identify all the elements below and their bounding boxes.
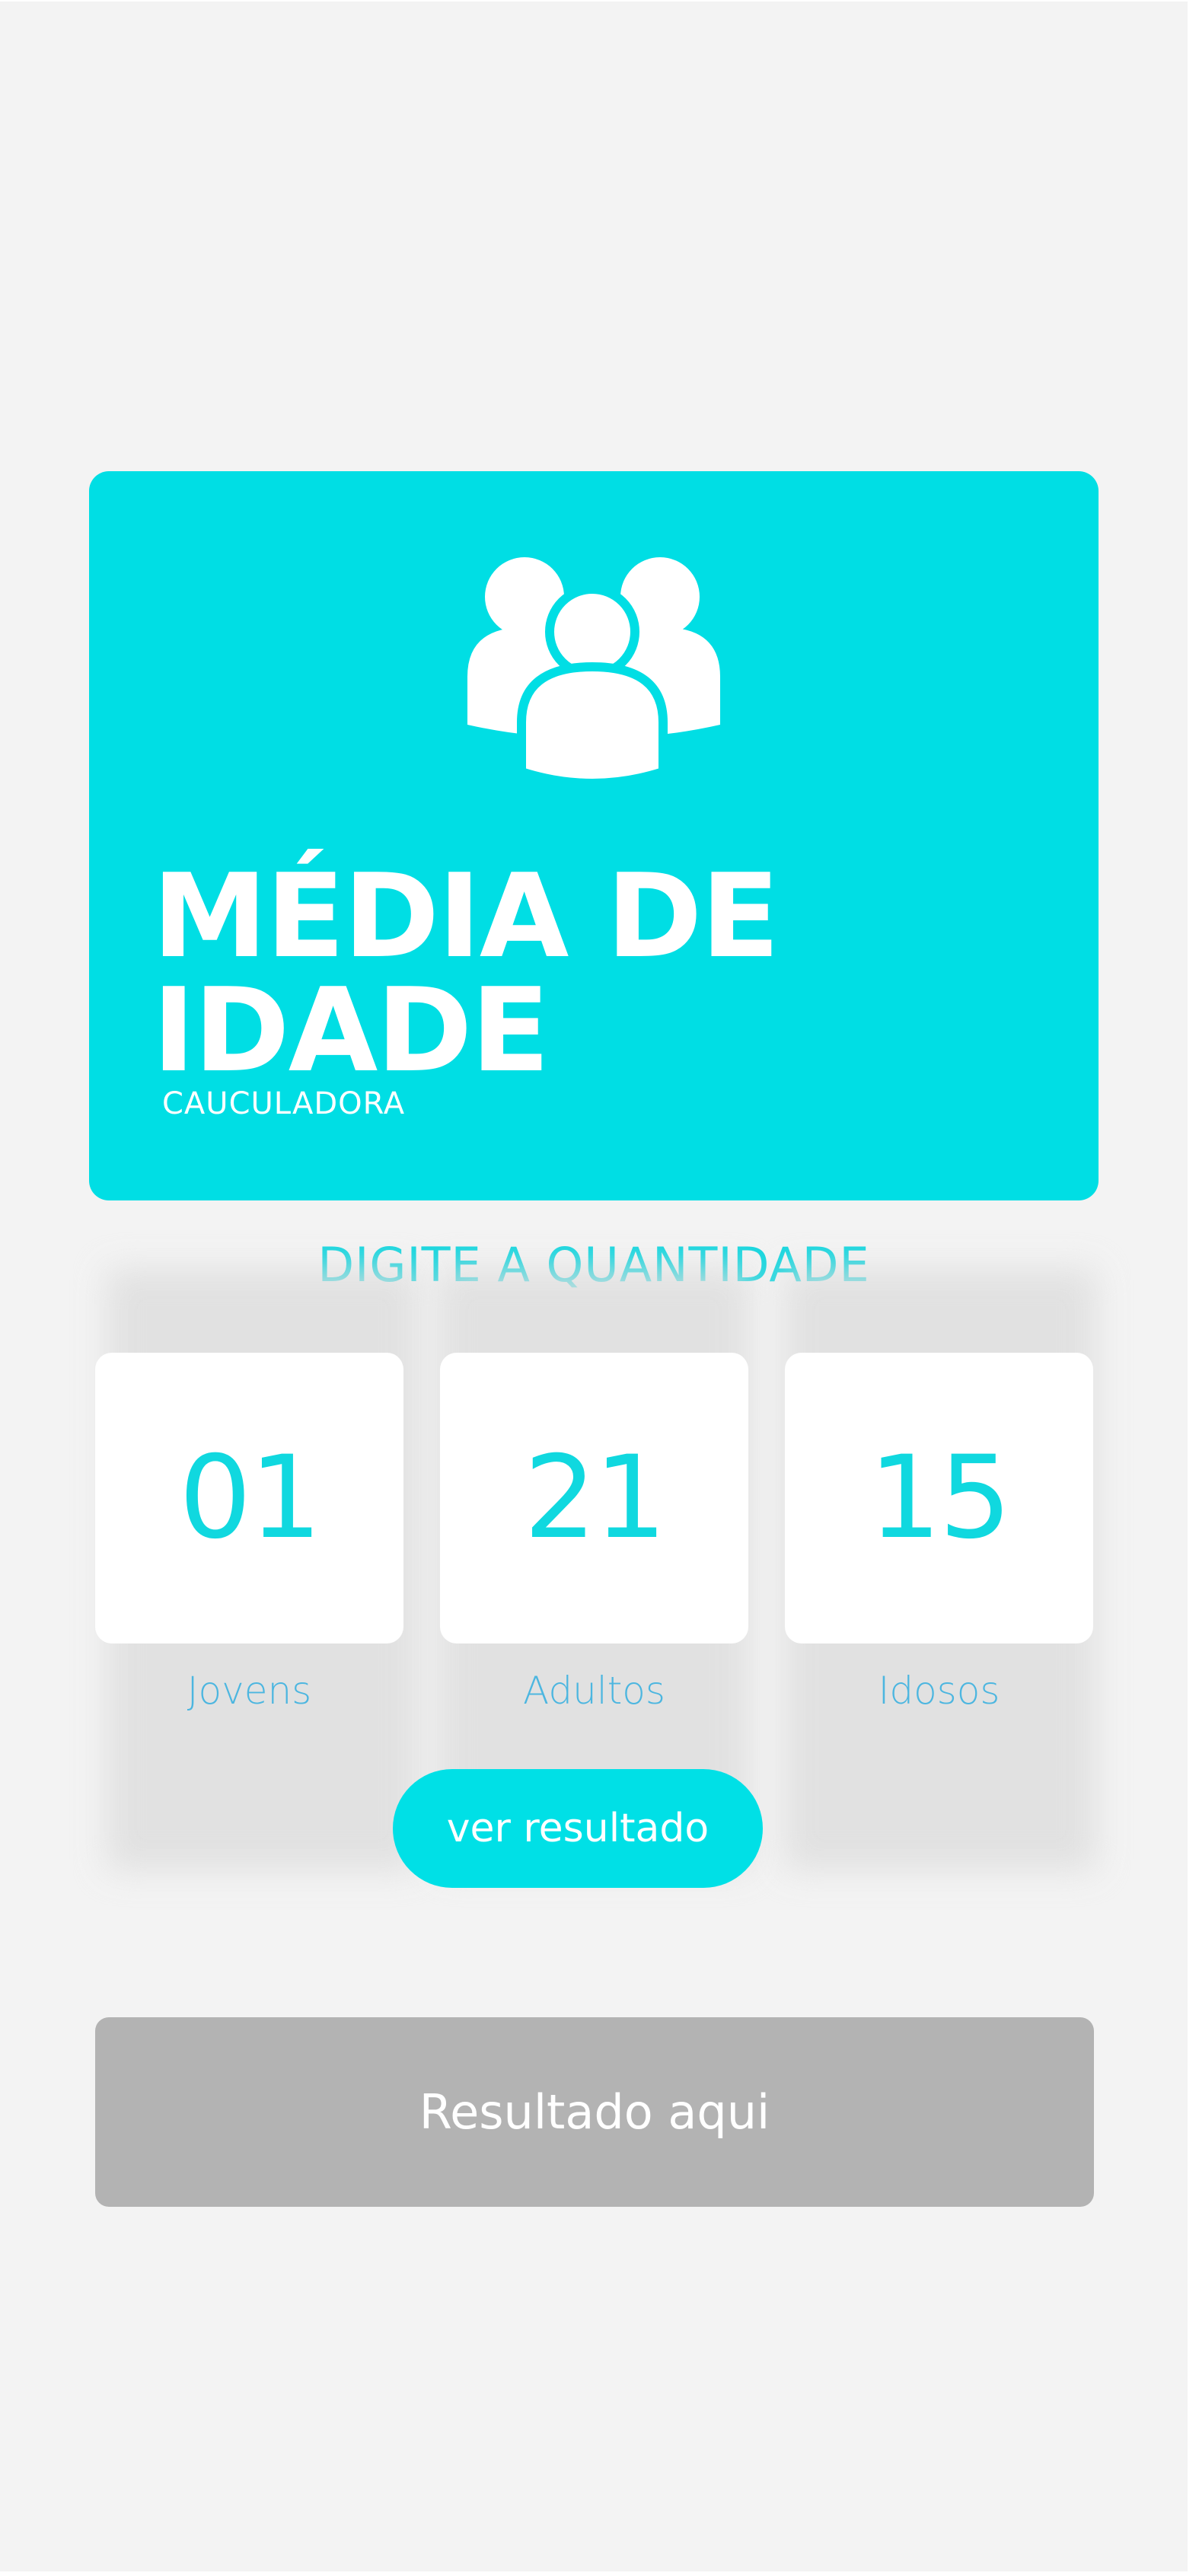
jovens-quantity-input[interactable]: 01 (95, 1353, 403, 1643)
adultos-label: Adultos (523, 1669, 665, 1713)
idosos-label: Idosos (878, 1669, 1000, 1713)
view-result-button[interactable]: ver resultado (393, 1769, 763, 1888)
adultos-quantity-input[interactable]: 21 (440, 1353, 748, 1643)
people-group-icon (467, 557, 720, 779)
page-title: MÉDIA DE IDADE (152, 849, 780, 1098)
app-screen: MÉDIA DE IDADE CAUCULADORA DIGITE A QUAN… (0, 2, 1188, 2571)
title-line-2: IDADE (152, 963, 550, 1098)
jovens-label: Jovens (187, 1669, 312, 1713)
hero-card: MÉDIA DE IDADE CAUCULADORA (89, 471, 1099, 1200)
idosos-quantity-input[interactable]: 15 (785, 1353, 1093, 1643)
page-subtitle: CAUCULADORA (162, 1086, 406, 1121)
title-line-1: MÉDIA DE (152, 849, 780, 984)
result-display: Resultado aqui (95, 2017, 1094, 2207)
